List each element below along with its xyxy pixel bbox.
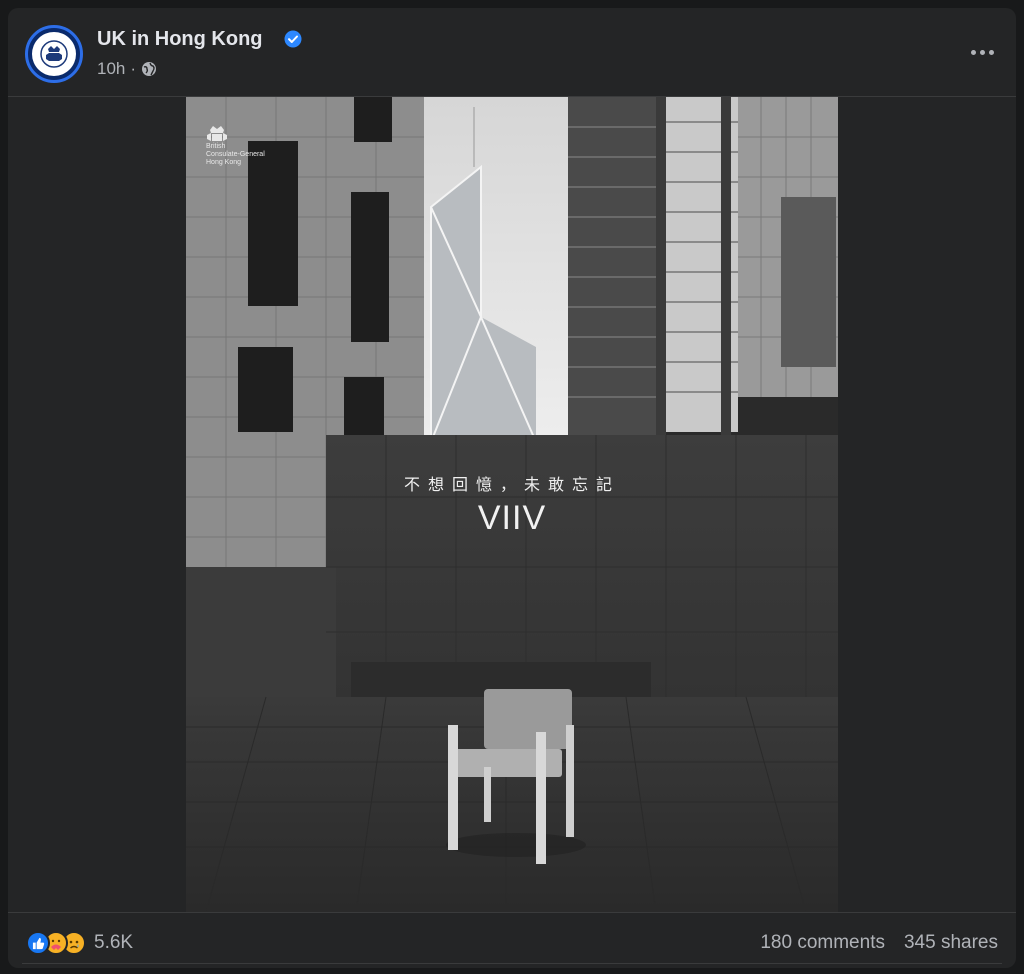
image-caption-chinese: 不想回憶，未敢忘記	[403, 475, 620, 494]
post-media: British Consulate-General Hong Kong 不想回憶…	[8, 97, 1016, 912]
reactions-summary[interactable]: 5.6K	[26, 931, 133, 955]
consulate-logo: British Consulate-General Hong Kong	[206, 123, 286, 167]
crest-icon	[207, 126, 227, 141]
more-options-button[interactable]	[962, 34, 1002, 70]
post-stats: 180 comments 345 shares	[760, 932, 998, 954]
logo-line-3: Hong Kong	[206, 159, 242, 166]
page-name-link[interactable]: UK in Hong Kong	[97, 28, 263, 51]
reaction-count[interactable]: 5.6K	[94, 932, 133, 954]
logo-line-2: Consulate-General	[206, 151, 265, 158]
more-dot-2	[979, 49, 985, 55]
more-options-icon	[970, 49, 976, 55]
post-photo[interactable]: British Consulate-General Hong Kong 不想回憶…	[186, 97, 838, 912]
image-caption-big: VIIV	[477, 499, 547, 537]
verified-badge-icon	[284, 30, 302, 48]
royal-crest-icon	[32, 32, 76, 76]
meta-separator: ·	[130, 59, 137, 78]
globe-icon	[142, 62, 157, 76]
post-card: UK in Hong Kong 10h · British Consulate-…	[8, 8, 1016, 968]
logo-line-1: British	[206, 143, 226, 150]
post-meta: 10h ·	[97, 59, 157, 79]
footer-divider	[22, 963, 1002, 964]
more-dot-3	[988, 49, 994, 55]
like-icon	[26, 931, 50, 955]
comments-count-link[interactable]: 180 comments	[760, 932, 885, 954]
post-header: UK in Hong Kong 10h ·	[8, 8, 1016, 96]
post-timestamp[interactable]: 10h	[97, 59, 125, 79]
page-avatar[interactable]	[25, 25, 83, 83]
shares-count-link[interactable]: 345 shares	[904, 932, 998, 954]
post-footer: 5.6K 180 comments 345 shares	[8, 913, 1016, 968]
